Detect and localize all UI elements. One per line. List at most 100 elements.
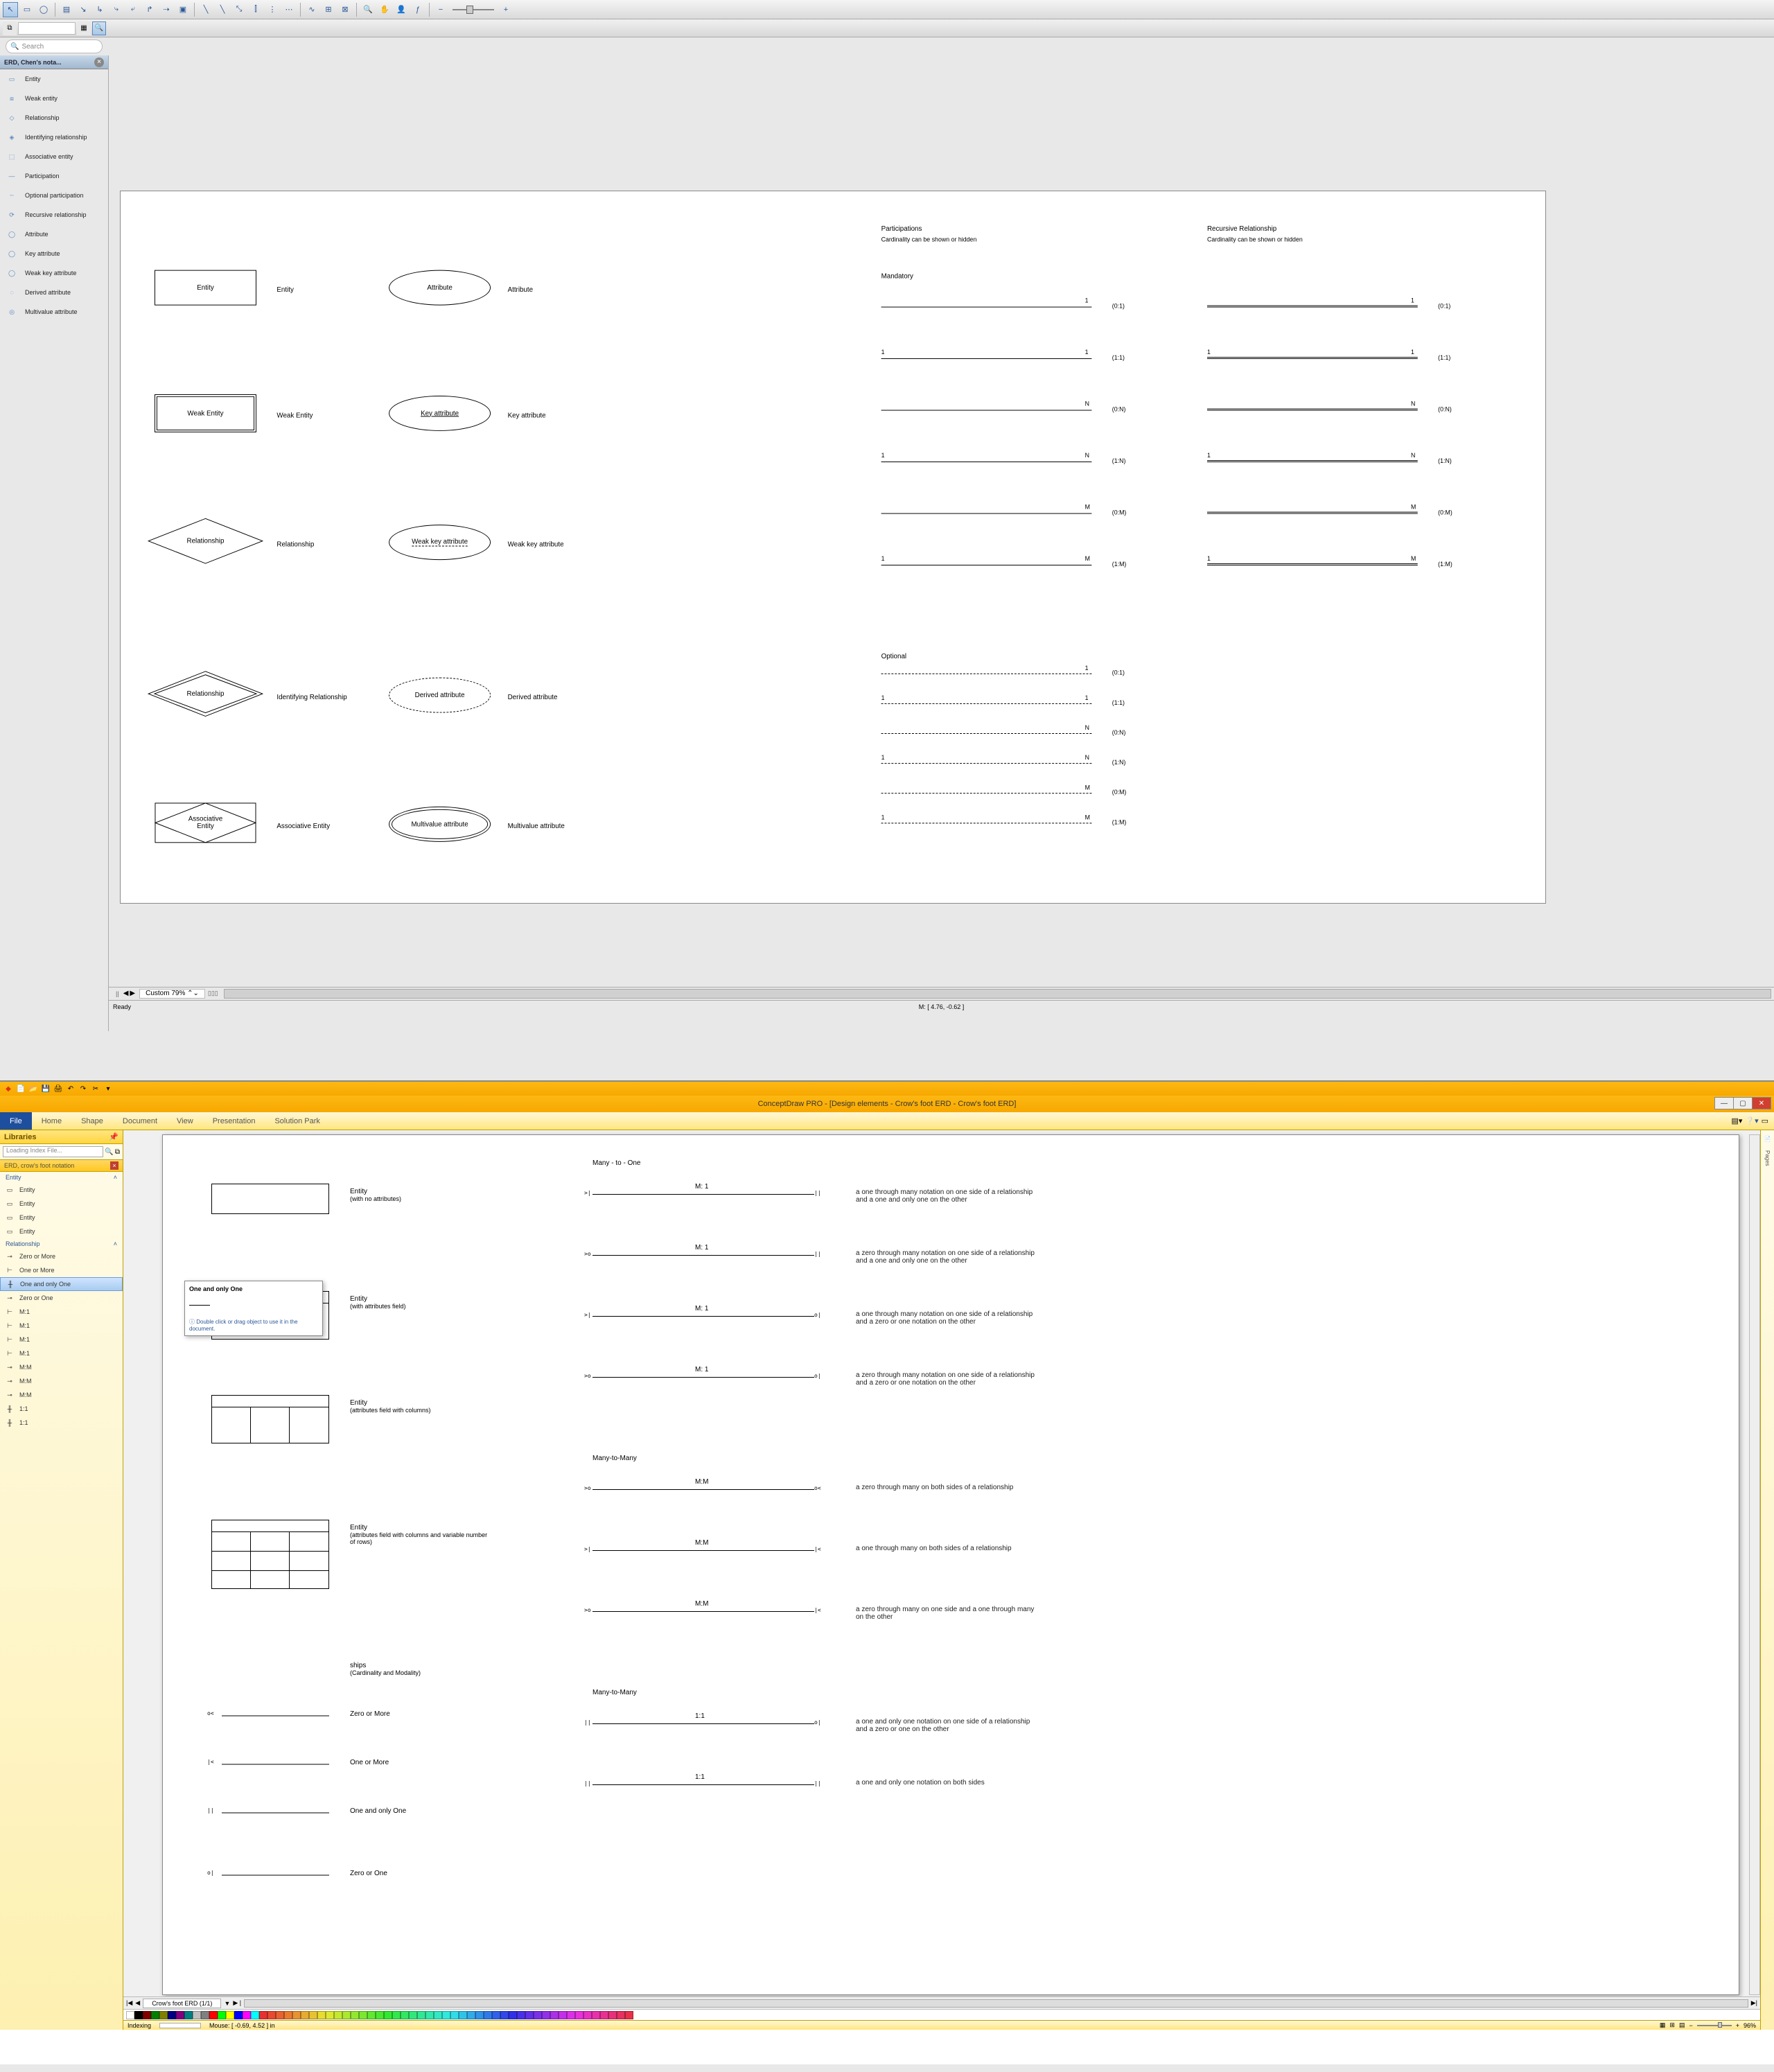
lib-item[interactable]: ⊢M:1 (0, 1346, 123, 1360)
tab-prev[interactable]: ◀ (135, 1999, 140, 2007)
line1[interactable]: ╲ (198, 2, 213, 17)
connector1[interactable]: ↘ (76, 2, 91, 17)
color-swatch[interactable] (608, 2011, 617, 2019)
page-tab[interactable]: Crow's foot ERD (1/1) (143, 1999, 221, 2008)
color-swatch[interactable] (351, 2011, 359, 2019)
color-swatch[interactable] (559, 2011, 567, 2019)
align-v3[interactable]: ⋯ (281, 2, 297, 17)
color-swatch[interactable] (276, 2011, 284, 2019)
app-icon[interactable]: ◆ (3, 1083, 14, 1094)
close-lib-icon[interactable]: × (110, 1161, 118, 1170)
color-swatch[interactable] (625, 2011, 633, 2019)
color-swatch[interactable] (409, 2011, 417, 2019)
color-swatch[interactable] (600, 2011, 608, 2019)
color-swatch[interactable] (401, 2011, 409, 2019)
color-swatch[interactable] (284, 2011, 292, 2019)
layout2[interactable]: ⊞ (321, 2, 336, 17)
lib-item[interactable]: ⊢M:1 (0, 1333, 123, 1346)
lib-item[interactable]: ▭Entity (0, 1224, 123, 1238)
ribbon-tab[interactable]: Solution Park (265, 1117, 329, 1125)
qat-redo[interactable]: ↷ (78, 1083, 89, 1094)
file-tab[interactable]: File (0, 1112, 32, 1130)
search-input[interactable]: 🔍 Search (6, 39, 103, 53)
lib-item[interactable]: ▭Entity (0, 1211, 123, 1224)
color-swatch[interactable] (309, 2011, 317, 2019)
hand-tool[interactable]: ✋ (377, 2, 392, 17)
nav-prev[interactable]: ◀ (123, 990, 129, 997)
tree-view-btn[interactable]: ⧉ (3, 21, 17, 35)
lib-item[interactable]: ⊸Zero or One (0, 1291, 123, 1305)
lib-item[interactable]: ◯Weak key attribute (0, 263, 108, 283)
h-scrollbar[interactable] (224, 989, 1771, 999)
ribbon-help-icon[interactable]: ❔▾ (1745, 1116, 1758, 1125)
lib-expand-header[interactable]: ERD, crow's foot notation× (0, 1159, 123, 1172)
grid-view-btn[interactable]: ▦ (77, 21, 91, 35)
pointer-tool[interactable]: ↖ (3, 2, 18, 17)
lib-item[interactable]: ╫1:1 (0, 1402, 123, 1416)
lib-item[interactable]: ▭Entity (0, 69, 108, 89)
func-tool[interactable]: ƒ (410, 2, 425, 17)
color-swatch[interactable] (592, 2011, 600, 2019)
ellipse-tool[interactable]: ◯ (36, 2, 51, 17)
minimize-btn[interactable]: — (1714, 1097, 1734, 1109)
drawing-canvas[interactable]: EntityEntityWeak EntityWeak EntityRelati… (120, 191, 1546, 904)
rect-tool[interactable]: ▭ (19, 2, 35, 17)
color-swatch[interactable] (292, 2011, 301, 2019)
color-swatch[interactable] (367, 2011, 376, 2019)
color-swatch[interactable] (184, 2011, 193, 2019)
color-swatch[interactable] (143, 2011, 151, 2019)
qat-save[interactable]: 💾 (40, 1083, 51, 1094)
color-swatch[interactable] (267, 2011, 276, 2019)
status-grid-icon[interactable]: ▦ (1660, 2021, 1666, 2029)
lib-item[interactable]: ⊸M:M (0, 1360, 123, 1374)
status-zoom-in[interactable]: + (1736, 2022, 1739, 2029)
lib-item[interactable]: ⊸Zero or More (0, 1249, 123, 1263)
color-swatch[interactable] (243, 2011, 251, 2019)
lib-item[interactable]: ╫1:1 (0, 1416, 123, 1430)
lib-item[interactable]: ◯Attribute (0, 225, 108, 244)
ribbon-collapse-icon[interactable]: ▭ (1762, 1116, 1768, 1125)
color-swatch[interactable] (193, 2011, 201, 2019)
align-v2[interactable]: ⋮ (265, 2, 280, 17)
maximize-btn[interactable]: ▢ (1733, 1097, 1753, 1109)
color-swatch[interactable] (342, 2011, 351, 2019)
status-zoom-out[interactable]: − (1689, 2022, 1692, 2029)
qat-more[interactable]: ▾ (103, 1083, 114, 1094)
qat-undo[interactable]: ↶ (65, 1083, 76, 1094)
lib-item[interactable]: ◇Relationship (0, 108, 108, 128)
color-swatch[interactable] (567, 2011, 575, 2019)
lib-item[interactable]: ╫One and only One (0, 1277, 123, 1291)
tab-end[interactable]: ▶| (1751, 1999, 1757, 2007)
color-swatch[interactable] (201, 2011, 209, 2019)
color-swatch[interactable] (434, 2011, 442, 2019)
color-swatch[interactable] (168, 2011, 176, 2019)
lib-item[interactable]: ⟳Recursive relationship (0, 205, 108, 225)
text-tool[interactable]: ▤ (59, 2, 74, 17)
color-swatch[interactable] (226, 2011, 234, 2019)
color-swatch[interactable] (617, 2011, 625, 2019)
tab-dropdown[interactable]: ▼ (224, 2000, 230, 2007)
align-v1[interactable]: ⫿ (248, 2, 263, 17)
zoom-display[interactable]: Custom 79% ⌃⌄ (139, 989, 205, 999)
canvas-area[interactable]: EntityEntityWeak EntityWeak EntityRelati… (109, 55, 1774, 1031)
color-swatch[interactable] (151, 2011, 159, 2019)
group-relationship[interactable]: Relationship˄ (0, 1238, 123, 1249)
color-swatch[interactable] (126, 2011, 134, 2019)
connector4[interactable]: ⤶ (125, 2, 141, 17)
lib-item[interactable]: ⊢M:1 (0, 1305, 123, 1319)
pages-tab[interactable]: Pages (1763, 1148, 1772, 1169)
color-swatch[interactable] (492, 2011, 500, 2019)
color-swatch[interactable] (525, 2011, 534, 2019)
qat-open[interactable]: 📂 (28, 1083, 39, 1094)
lib-item[interactable]: ⊸M:M (0, 1388, 123, 1402)
connector6[interactable]: ⇢ (159, 2, 174, 17)
color-swatch[interactable] (317, 2011, 326, 2019)
color-swatch[interactable] (259, 2011, 267, 2019)
color-swatch[interactable] (218, 2011, 226, 2019)
ribbon-tab[interactable]: Presentation (203, 1117, 265, 1125)
tab-next[interactable]: ▶ | (233, 1999, 241, 2007)
nav-next[interactable]: ▶ (130, 990, 135, 997)
zoom-slider[interactable] (453, 9, 494, 10)
status-snap-icon[interactable]: ⊞ (1669, 2021, 1675, 2029)
pages-icon[interactable]: 📄 (1764, 1136, 1771, 1142)
